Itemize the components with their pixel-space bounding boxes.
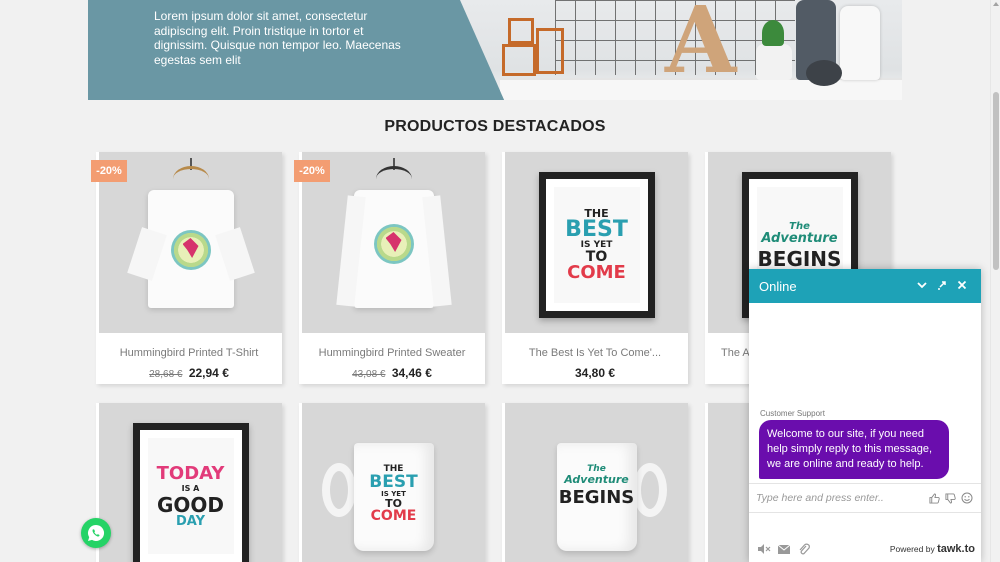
product-card-tshirt[interactable]: Hummingbird Printed T-Shirt 28,68 € 22,9… xyxy=(96,152,282,384)
product-name[interactable]: Hummingbird Printed T-Shirt xyxy=(96,347,282,359)
chat-widget[interactable]: Online Customer Support Welcome to our s… xyxy=(749,269,981,562)
product-name[interactable]: The Best Is Yet To Come'... xyxy=(502,347,688,359)
discount-badge: -20% xyxy=(91,160,127,182)
product-price: 34,80 € xyxy=(502,366,688,380)
hero-image: A xyxy=(460,0,902,100)
whatsapp-icon xyxy=(88,524,105,541)
product-card-best-poster[interactable]: THE BEST IS YET TO COME The Best Is Yet … xyxy=(502,152,688,384)
close-icon[interactable] xyxy=(953,279,971,293)
product-name[interactable]: Hummingbird Printed Sweater xyxy=(299,347,485,359)
regular-price: 28,68 € xyxy=(149,369,183,380)
hero-banner[interactable]: Lorem ipsum dolor sit amet, consectetur … xyxy=(88,0,902,100)
thumbs-down-icon[interactable] xyxy=(943,491,958,506)
product-card-today-poster[interactable]: TODAY IS A GOOD DAY xyxy=(96,403,282,562)
scrollbar-thumb[interactable] xyxy=(993,92,999,270)
sound-off-icon[interactable] xyxy=(756,542,771,557)
product-price: 43,08 € 34,46 € xyxy=(299,366,485,380)
emoji-icon[interactable] xyxy=(959,491,974,506)
section-title: PRODUCTOS DESTACADOS xyxy=(384,118,606,135)
product-card-adventure-mug[interactable]: The Adventure BEGINS xyxy=(502,403,688,562)
minimize-icon[interactable] xyxy=(913,279,931,293)
regular-price: 43,08 € xyxy=(352,369,386,380)
chat-message-bubble: Welcome to our site, if you need help si… xyxy=(759,420,949,479)
chat-input[interactable] xyxy=(756,492,926,504)
chat-input-row xyxy=(749,483,981,513)
product-image[interactable]: TODAY IS A GOOD DAY xyxy=(99,403,282,562)
attachment-icon[interactable] xyxy=(796,542,811,557)
product-image[interactable]: The Adventure BEGINS xyxy=(505,403,688,562)
sale-price: 34,46 € xyxy=(391,366,432,380)
product-image[interactable]: THE BEST IS YET TO COME xyxy=(302,403,485,562)
powered-by[interactable]: Powered by tawk.to xyxy=(890,543,975,555)
chat-footer: Powered by tawk.to xyxy=(749,537,981,561)
agent-name: Customer Support xyxy=(760,409,825,418)
email-icon[interactable] xyxy=(776,542,791,557)
product-card-sweater[interactable]: Hummingbird Printed Sweater 43,08 € 34,4… xyxy=(299,152,485,384)
discount-badge: -20% xyxy=(294,160,330,182)
popout-icon[interactable] xyxy=(933,279,951,293)
hero-text: Lorem ipsum dolor sit amet, consectetur … xyxy=(154,9,401,67)
chat-header[interactable]: Online xyxy=(749,269,981,303)
chat-messages[interactable]: Customer Support Welcome to our site, if… xyxy=(749,303,981,483)
scroll-up-arrow[interactable] xyxy=(993,2,999,6)
whatsapp-button[interactable] xyxy=(81,518,111,548)
chat-status: Online xyxy=(759,278,797,294)
thumbs-up-icon[interactable] xyxy=(927,491,942,506)
page-scrollbar[interactable] xyxy=(990,0,1000,562)
tawk-brand: tawk.to xyxy=(937,543,975,555)
sale-price: 34,80 € xyxy=(574,366,616,380)
product-card-best-mug[interactable]: THE BEST IS YET TO COME xyxy=(299,403,485,562)
product-image[interactable]: THE BEST IS YET TO COME xyxy=(505,152,688,333)
sale-price: 22,94 € xyxy=(188,366,229,380)
product-price: 28,68 € 22,94 € xyxy=(96,366,282,380)
